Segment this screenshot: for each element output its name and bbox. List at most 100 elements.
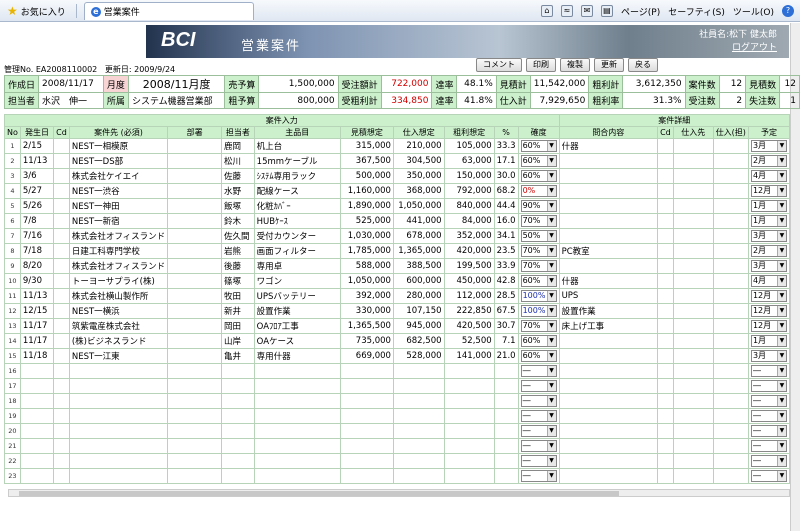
- schedule-select[interactable]: 12月 ▼: [747, 303, 790, 319]
- table-cell[interactable]: [19, 393, 55, 409]
- probability-select[interactable]: 100% ▼: [517, 303, 560, 319]
- table-cell[interactable]: 床上げ工事: [558, 318, 659, 334]
- table-cell[interactable]: ｼｽﾃﾑ専用ラック: [253, 168, 341, 184]
- table-cell[interactable]: [672, 153, 714, 169]
- chevron-down-icon[interactable]: ▼: [546, 171, 556, 181]
- table-cell[interactable]: [712, 453, 749, 469]
- table-cell[interactable]: 牧田: [221, 288, 255, 304]
- table-cell[interactable]: [657, 318, 674, 334]
- table-cell[interactable]: [53, 378, 70, 394]
- table-cell[interactable]: [19, 438, 55, 454]
- chevron-down-icon[interactable]: ▼: [776, 171, 786, 181]
- table-cell[interactable]: 107,150: [392, 303, 445, 319]
- table-cell[interactable]: [167, 258, 223, 274]
- schedule-select[interactable]: 4月 ▼: [747, 168, 790, 184]
- table-cell[interactable]: 669,000: [339, 348, 394, 364]
- table-cell[interactable]: [657, 408, 674, 424]
- table-cell[interactable]: [167, 168, 223, 184]
- table-cell[interactable]: [53, 363, 70, 379]
- table-row[interactable]: 1 2/15 NEST一相模原 鹿岡 机上台 315,000 210,000 105,000 3…: [4, 138, 790, 154]
- table-cell[interactable]: 机上台: [253, 138, 341, 154]
- table-cell[interactable]: 33.3: [493, 138, 519, 154]
- chevron-down-icon[interactable]: ▼: [546, 381, 556, 391]
- table-cell[interactable]: 11/17: [19, 333, 55, 349]
- table-cell[interactable]: [53, 258, 70, 274]
- table-cell[interactable]: [68, 378, 169, 394]
- chevron-down-icon[interactable]: ▼: [776, 336, 786, 346]
- table-cell[interactable]: [221, 468, 255, 484]
- table-cell[interactable]: 什器: [558, 138, 659, 154]
- table-cell[interactable]: [253, 363, 341, 379]
- table-cell[interactable]: [253, 378, 341, 394]
- table-cell[interactable]: [392, 468, 445, 484]
- table-cell[interactable]: [657, 423, 674, 439]
- table-cell[interactable]: [221, 423, 255, 439]
- table-cell[interactable]: PC教室: [558, 243, 659, 259]
- table-cell[interactable]: [558, 348, 659, 364]
- table-cell[interactable]: [167, 393, 223, 409]
- table-cell[interactable]: [339, 363, 394, 379]
- chevron-down-icon[interactable]: ▼: [776, 321, 786, 331]
- table-cell[interactable]: 352,000: [443, 228, 495, 244]
- table-cell[interactable]: [712, 138, 749, 154]
- table-cell[interactable]: [493, 438, 519, 454]
- table-cell[interactable]: HUBｹｰｽ: [253, 213, 341, 229]
- chevron-down-icon[interactable]: ▼: [546, 261, 556, 271]
- table-cell[interactable]: 7/18: [19, 243, 55, 259]
- table-cell[interactable]: 1,365,000: [392, 243, 445, 259]
- table-cell[interactable]: [672, 183, 714, 199]
- chevron-down-icon[interactable]: ▼: [546, 216, 556, 226]
- table-cell[interactable]: [68, 453, 169, 469]
- probability-select[interactable]: ― ▼: [517, 453, 560, 469]
- table-row[interactable]: 18 ― ▼ ― ▼: [4, 393, 790, 409]
- table-row[interactable]: 8 7/18 日建工科専門学校 岩熊 画面フィルター 1,785,000 1,365,000…: [4, 243, 790, 259]
- chevron-down-icon[interactable]: ▼: [776, 291, 786, 301]
- table-cell[interactable]: [392, 393, 445, 409]
- table-cell[interactable]: [392, 408, 445, 424]
- table-cell[interactable]: [167, 288, 223, 304]
- table-cell[interactable]: 420,500: [443, 318, 495, 334]
- table-cell[interactable]: [672, 453, 714, 469]
- table-cell[interactable]: [712, 423, 749, 439]
- table-cell[interactable]: [657, 168, 674, 184]
- schedule-select[interactable]: 2月 ▼: [747, 153, 790, 169]
- rss-icon[interactable]: ≈: [560, 5, 573, 17]
- table-cell[interactable]: 設置作業: [558, 303, 659, 319]
- table-cell[interactable]: [19, 453, 55, 469]
- probability-select[interactable]: ― ▼: [517, 378, 560, 394]
- table-cell[interactable]: [167, 453, 223, 469]
- chevron-down-icon[interactable]: ▼: [546, 276, 556, 286]
- table-cell[interactable]: OAケース: [253, 333, 341, 349]
- chevron-down-icon[interactable]: ▼: [546, 156, 556, 166]
- table-cell[interactable]: [672, 348, 714, 364]
- table-cell[interactable]: 株式会社ケイエイ: [68, 168, 169, 184]
- table-cell[interactable]: 1,050,000: [339, 273, 394, 289]
- table-cell[interactable]: ワゴン: [253, 273, 341, 289]
- table-cell[interactable]: [558, 228, 659, 244]
- schedule-select[interactable]: 3月 ▼: [747, 138, 790, 154]
- logout-link[interactable]: ログアウト: [732, 40, 777, 53]
- table-cell[interactable]: 画面フィルター: [253, 243, 341, 259]
- schedule-select[interactable]: ― ▼: [747, 393, 790, 409]
- table-cell[interactable]: 飯塚: [221, 198, 255, 214]
- table-cell[interactable]: [443, 423, 495, 439]
- chevron-down-icon[interactable]: ▼: [776, 411, 786, 421]
- table-cell[interactable]: 67.5: [493, 303, 519, 319]
- table-cell[interactable]: 112,000: [443, 288, 495, 304]
- help-icon[interactable]: ?: [782, 5, 794, 17]
- table-cell[interactable]: 44.4: [493, 198, 519, 214]
- table-cell[interactable]: [19, 468, 55, 484]
- table-cell[interactable]: [672, 213, 714, 229]
- table-cell[interactable]: [558, 378, 659, 394]
- table-cell[interactable]: 735,000: [339, 333, 394, 349]
- table-cell[interactable]: [672, 198, 714, 214]
- table-cell[interactable]: [253, 423, 341, 439]
- table-cell[interactable]: [339, 408, 394, 424]
- table-cell[interactable]: [493, 408, 519, 424]
- table-cell[interactable]: [253, 393, 341, 409]
- table-cell[interactable]: [53, 273, 70, 289]
- table-cell[interactable]: 30.0: [493, 168, 519, 184]
- table-row[interactable]: 5 5/26 NEST一神田 飯塚 化粧ｶﾊﾞｰ 1,890,000 1,050,000 84…: [4, 198, 790, 214]
- table-cell[interactable]: [443, 453, 495, 469]
- probability-select[interactable]: 70% ▼: [517, 243, 560, 259]
